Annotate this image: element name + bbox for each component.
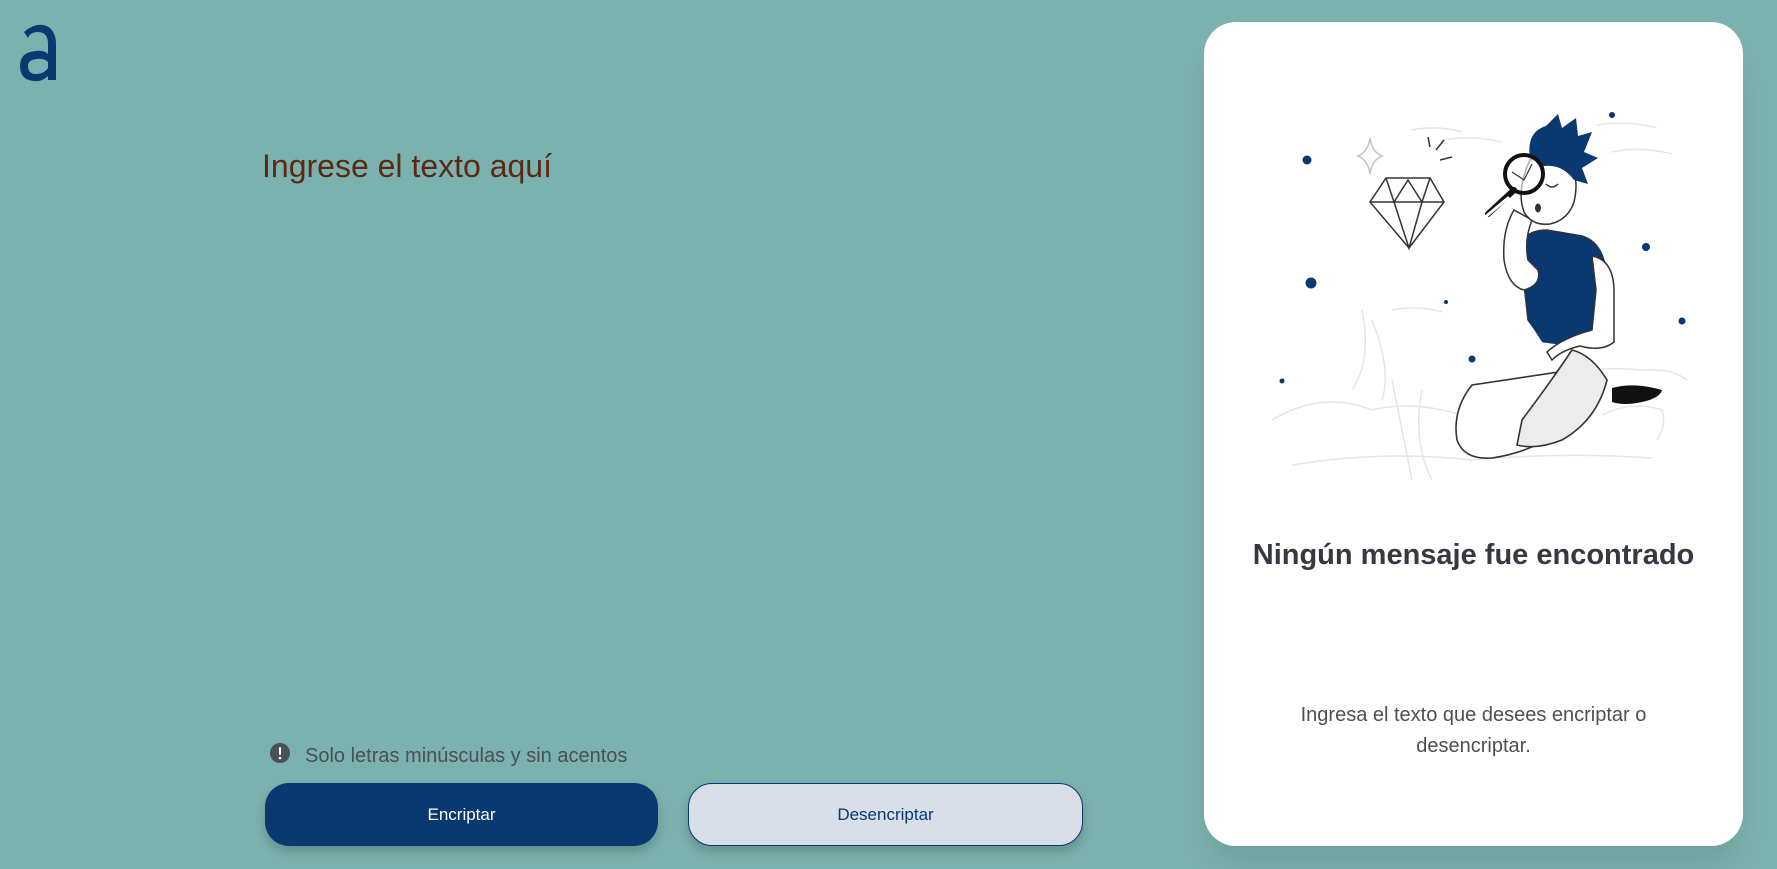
alura-a-logo-icon: [20, 24, 56, 82]
output-panel: Ningún mensaje fue encontrado Ingresa el…: [1204, 22, 1743, 846]
decrypt-button[interactable]: Desencriptar: [688, 783, 1083, 846]
empty-state-message: Ingresa el texto que desees encriptar o …: [1300, 704, 1647, 757]
exclamation-circle-icon: [270, 742, 290, 763]
text-input[interactable]: [262, 148, 1162, 708]
hint-text: Solo letras minúsculas y sin acentos: [305, 745, 628, 767]
person-with-magnifying-glass-illustration: [1271, 112, 1688, 481]
input-hint: Solo letras minúsculas y sin acentos: [269, 742, 628, 768]
encrypt-button[interactable]: Encriptar: [265, 783, 658, 846]
empty-state-title: Ningún mensaje fue encontrado: [1252, 539, 1695, 571]
